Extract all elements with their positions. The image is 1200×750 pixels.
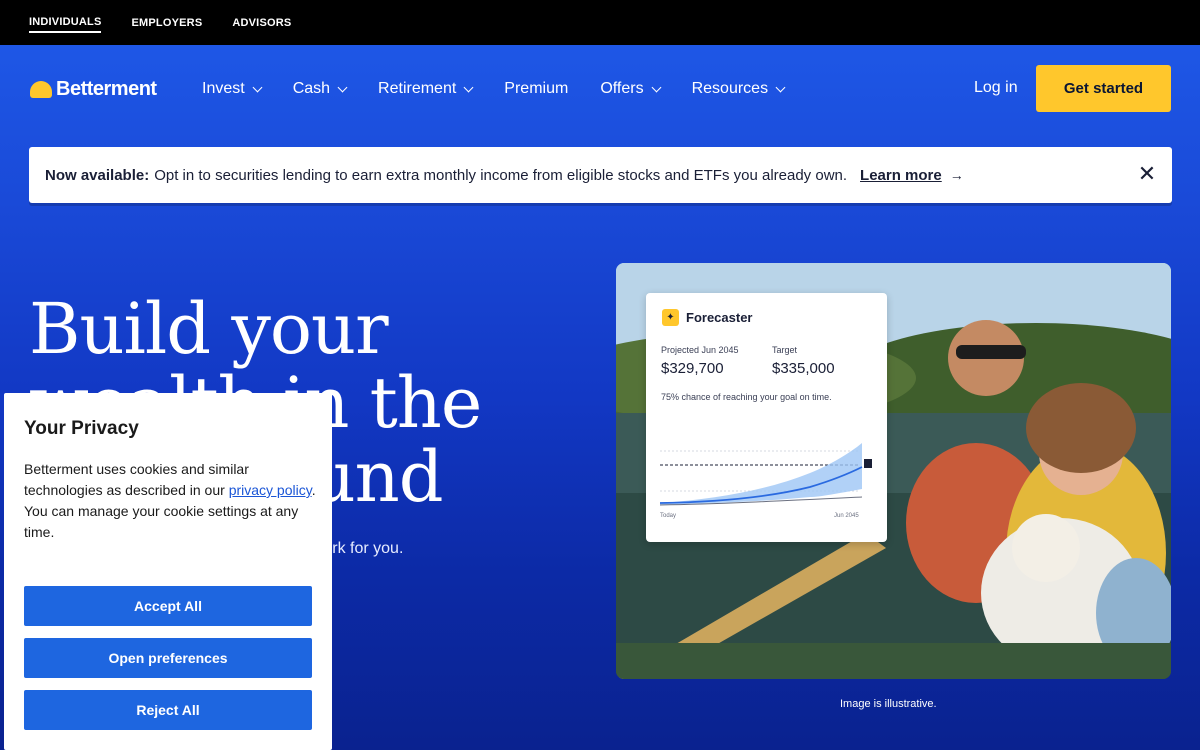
brand-logo[interactable]: Betterment bbox=[30, 78, 157, 101]
projected-value: $329,700 bbox=[661, 360, 724, 377]
chevron-down-icon bbox=[651, 82, 662, 92]
banner-text: Opt in to securities lending to earn ext… bbox=[154, 166, 848, 184]
accept-all-button[interactable]: Accept All bbox=[24, 586, 312, 626]
nav-premium[interactable]: Premium bbox=[504, 80, 568, 98]
close-icon[interactable]: ✕ bbox=[1136, 163, 1158, 185]
goal-flag-icon bbox=[864, 459, 872, 468]
nav-invest[interactable]: Invest bbox=[202, 80, 263, 98]
nav-retirement[interactable]: Retirement bbox=[378, 80, 474, 98]
tab-employers[interactable]: EMPLOYERS bbox=[131, 14, 202, 32]
nav-cash-label: Cash bbox=[292, 80, 331, 97]
tab-individuals[interactable]: INDIVIDUALS bbox=[29, 13, 102, 33]
learn-more-link[interactable]: Learn more bbox=[860, 167, 942, 184]
sun-logo-icon bbox=[30, 81, 52, 98]
nav-resources[interactable]: Resources bbox=[691, 80, 786, 98]
forecaster-card: ✦ Forecaster Projected Jun 2045 $329,700… bbox=[646, 293, 887, 542]
get-started-button[interactable]: Get started bbox=[1036, 65, 1171, 112]
login-link[interactable]: Log in bbox=[974, 79, 1018, 97]
target-value: $335,000 bbox=[772, 360, 835, 377]
x-label-end: Jun 2045 bbox=[834, 513, 859, 519]
chevron-down-icon bbox=[337, 82, 348, 92]
arrow-right-icon: → bbox=[949, 167, 964, 183]
nav-invest-label: Invest bbox=[202, 80, 245, 97]
nav-resources-label: Resources bbox=[691, 80, 769, 97]
reject-all-button[interactable]: Reject All bbox=[24, 690, 312, 730]
banner-label: Now available: bbox=[45, 166, 150, 184]
brand-name: Betterment bbox=[56, 78, 157, 100]
forecaster-title: Forecaster bbox=[686, 310, 753, 325]
nav-cash[interactable]: Cash bbox=[292, 80, 348, 98]
privacy-text-before: Betterment uses cookies and similar tech… bbox=[24, 461, 249, 498]
chevron-down-icon bbox=[775, 82, 786, 92]
image-caption: Image is illustrative. bbox=[840, 698, 937, 710]
privacy-body: Betterment uses cookies and similar tech… bbox=[24, 459, 316, 543]
chevron-down-icon bbox=[463, 82, 474, 92]
x-label-start: Today bbox=[660, 513, 676, 519]
audience-bar: INDIVIDUALS EMPLOYERS ADVISORS bbox=[0, 0, 1200, 45]
nav-offers[interactable]: Offers bbox=[600, 80, 662, 98]
main-nav: Invest Cash Retirement Premium Offers Re… bbox=[202, 78, 816, 100]
privacy-title: Your Privacy bbox=[24, 418, 139, 439]
forecast-chart: Today Jun 2045 bbox=[660, 443, 872, 519]
announcement-banner: Now available: Opt in to securities lend… bbox=[29, 147, 1172, 203]
target-label: Target bbox=[772, 345, 798, 355]
nav-premium-label: Premium bbox=[504, 80, 569, 97]
projected-label: Projected Jun 2045 bbox=[661, 345, 739, 355]
sparkle-icon: ✦ bbox=[662, 309, 679, 326]
tab-advisors[interactable]: ADVISORS bbox=[232, 14, 291, 32]
nav-retirement-label: Retirement bbox=[378, 80, 457, 97]
privacy-policy-link[interactable]: privacy policy bbox=[229, 482, 312, 498]
open-preferences-button[interactable]: Open preferences bbox=[24, 638, 312, 678]
chevron-down-icon bbox=[252, 82, 263, 92]
nav-offers-label: Offers bbox=[600, 80, 644, 97]
privacy-dialog: Your Privacy Betterment uses cookies and… bbox=[4, 393, 332, 750]
goal-chance-text: 75% chance of reaching your goal on time… bbox=[661, 392, 832, 402]
